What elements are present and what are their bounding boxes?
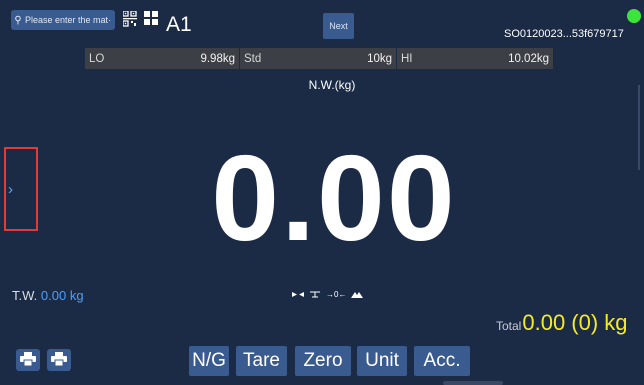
standard-weight-value: 10kg <box>367 52 392 65</box>
search-icon: ⚲ <box>14 14 22 26</box>
weight-display: 0.00 <box>0 128 644 268</box>
tare-weight: T.W. 0.00 kg <box>12 288 84 303</box>
printer-icon <box>20 351 36 366</box>
connection-status-indicator <box>627 9 641 23</box>
tare-button[interactable]: Tare <box>236 346 287 376</box>
total-value: 0.00 (0) kg <box>522 310 628 335</box>
accumulated-total: Total 0.00 (0) kg <box>496 310 628 336</box>
tare-icon <box>310 291 320 298</box>
printer-icon <box>51 351 67 366</box>
upper-limit: HI 10.02kg <box>397 48 554 69</box>
accumulate-button[interactable]: Acc. <box>414 346 470 376</box>
tolerance-limits-bar: LO 9.98kg Std 10kg HI 10.02kg <box>85 48 554 69</box>
device-serial: SO0120023...53f679717 <box>504 28 624 40</box>
zero-icon: →0← <box>326 290 347 299</box>
status-indicators: →0← <box>292 290 364 299</box>
search-placeholder: Please enter the mat· <box>25 15 112 25</box>
unit-button[interactable]: Unit <box>357 346 407 376</box>
navigation-handle[interactable] <box>443 381 503 385</box>
upper-limit-value: 10.02kg <box>508 52 549 65</box>
weight-value: 0.00 <box>211 130 457 266</box>
qr-code-icon[interactable] <box>123 11 137 27</box>
lower-limit-label: LO <box>89 52 105 65</box>
weight-mode-text: N.W.(kg) <box>308 78 356 92</box>
standard-weight-label: Std <box>244 52 262 65</box>
total-label: Total <box>496 319 522 333</box>
net-gross-button[interactable]: N/G <box>189 346 229 376</box>
next-button[interactable]: Next <box>323 13 354 39</box>
zero-button[interactable]: Zero <box>295 346 351 376</box>
print-label-button[interactable] <box>16 349 40 371</box>
upper-limit-label: HI <box>401 52 413 65</box>
material-search-field[interactable]: ⚲ Please enter the mat· <box>11 10 115 30</box>
scale-id: A1 <box>166 13 192 36</box>
net-icon <box>351 292 364 298</box>
weight-mode-label: N.W.(kg) <box>0 78 644 92</box>
lower-limit: LO 9.98kg <box>85 48 240 69</box>
tare-weight-label: T.W. <box>12 288 38 303</box>
stable-icon <box>292 292 304 297</box>
tare-weight-value: 0.00 kg <box>40 288 84 303</box>
lower-limit-value: 9.98kg <box>200 52 235 65</box>
print-report-button[interactable] <box>47 349 71 371</box>
grid-view-icon[interactable] <box>144 11 158 25</box>
standard-weight: Std 10kg <box>240 48 397 69</box>
